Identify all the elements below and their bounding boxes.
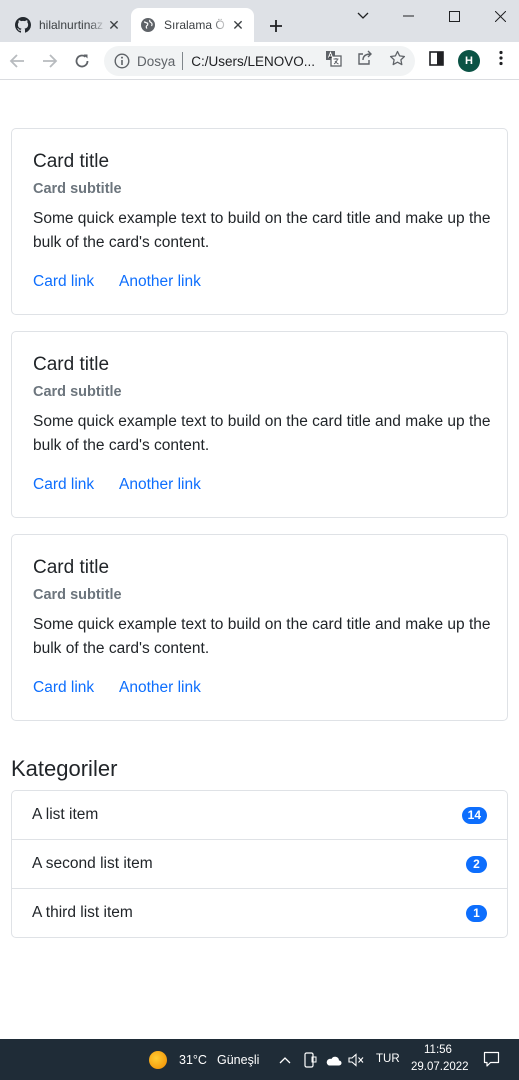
show-hidden-icons-button[interactable] [276,1051,294,1069]
tab-title: Sıralama Ö [164,18,225,32]
count-badge: 14 [461,806,487,824]
chevron-down-icon [357,12,369,19]
minimize-icon [402,15,414,17]
site-info-chip[interactable]: Dosya [137,54,175,69]
card-link[interactable]: Card link [33,273,94,291]
card: Card title Card subtitle Some quick exam… [11,331,508,518]
clock-time[interactable]: 11:56 [424,1044,452,1056]
forward-button[interactable] [37,48,63,74]
weather-temperature[interactable]: 31°C [179,1053,207,1067]
list-item-label: A third list item [32,904,133,921]
another-link[interactable]: Another link [119,476,201,494]
close-icon [494,10,506,22]
tab-siralama[interactable]: Sıralama Ö ✕ [131,8,254,42]
list-item-label: A list item [32,806,99,823]
minimize-button[interactable] [385,0,431,32]
card-link[interactable]: Card link [33,679,94,697]
onedrive-button[interactable] [324,1051,342,1069]
menu-button[interactable] [492,49,510,67]
card-title: Card title [33,557,110,578]
categories-list: A list item 14 A second list item 2 A th… [11,790,508,938]
browser-tab-strip: hilalnurtinaz ✕ Sıralama Ö ✕ [0,0,519,42]
side-panel-icon [428,50,444,66]
card-title: Card title [33,151,110,172]
volume-muted-icon [348,1053,364,1067]
plus-icon [270,20,282,32]
volume-button[interactable] [347,1051,365,1069]
chevron-up-icon [279,1057,291,1064]
card-title: Card title [33,354,110,375]
card-subtitle: Card subtitle [33,181,122,197]
bookmark-button[interactable] [388,49,406,67]
close-tab-icon[interactable]: ✕ [106,17,122,33]
card-text: Some quick example text to build on the … [33,616,491,657]
list-item[interactable]: A list item 14 [12,791,507,840]
maximize-button[interactable] [431,0,477,32]
reload-icon [75,54,89,68]
tab-search-button[interactable] [340,0,386,32]
device-icon [304,1052,317,1068]
sun-icon[interactable] [149,1051,167,1069]
arrow-left-icon [9,54,24,68]
reload-button[interactable] [69,48,95,74]
share-icon [358,50,372,65]
close-tab-icon[interactable]: ✕ [230,17,246,33]
cloud-icon [326,1056,341,1065]
list-item[interactable]: A third list item 1 [12,889,507,937]
another-link[interactable]: Another link [119,679,201,697]
card-subtitle: Card subtitle [33,384,122,400]
tab-title: hilalnurtinaz [39,18,104,32]
meet-now-button[interactable] [301,1051,319,1069]
translate-button[interactable] [324,49,342,67]
close-window-button[interactable] [477,0,519,32]
info-icon[interactable] [114,53,130,69]
card: Card title Card subtitle Some quick exam… [11,128,508,315]
globe-icon [141,18,155,32]
another-link[interactable]: Another link [119,273,201,291]
card-subtitle: Card subtitle [33,587,122,603]
kebab-menu-icon [499,50,503,66]
maximize-icon [448,10,460,22]
list-item[interactable]: A second list item 2 [12,840,507,889]
url-text[interactable]: C:/Users/LENOVO... [191,54,319,69]
arrow-right-icon [43,54,58,68]
card-text: Some quick example text to build on the … [33,210,491,251]
card-text: Some quick example text to build on the … [33,413,491,454]
new-tab-button[interactable] [265,15,287,37]
count-badge: 1 [466,904,487,922]
list-item-label: A second list item [32,855,153,872]
star-icon [389,50,405,65]
card-link[interactable]: Card link [33,476,94,494]
share-button[interactable] [356,49,374,67]
side-panel-button[interactable] [427,49,445,67]
back-button[interactable] [4,48,30,74]
notification-icon [483,1051,499,1067]
notifications-button[interactable] [482,1050,500,1068]
divider [182,52,184,70]
translate-icon [325,50,342,67]
clock-date[interactable]: 29.07.2022 [411,1061,469,1073]
tab-github[interactable]: hilalnurtinaz ✕ [6,8,130,42]
categories-heading: Kategoriler [11,756,118,781]
count-badge: 2 [466,855,487,873]
card: Card title Card subtitle Some quick exam… [11,534,508,721]
browser-toolbar: Dosya C:/Users/LENOVO... H [0,42,519,80]
input-language[interactable]: TUR [376,1053,400,1065]
avatar[interactable]: H [458,50,480,72]
github-icon [15,17,31,33]
weather-description[interactable]: Güneşli [217,1053,259,1067]
taskbar: 31°C Güneşli TUR 11:56 29.07.2022 [0,1039,519,1080]
